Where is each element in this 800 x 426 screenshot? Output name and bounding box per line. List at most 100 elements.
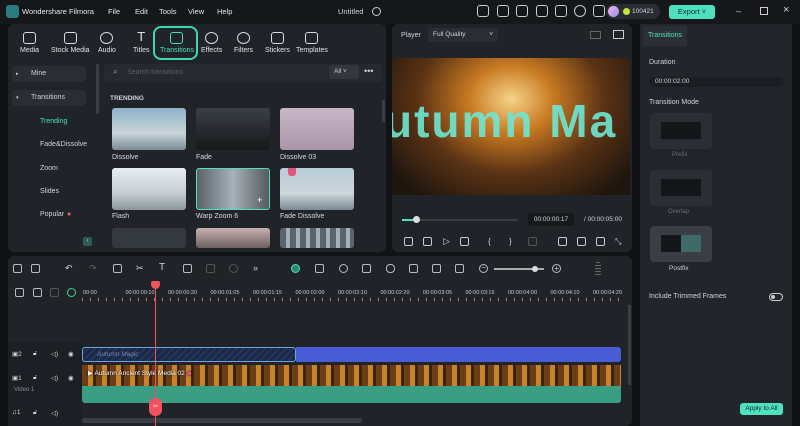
grid-scrollbar[interactable] <box>382 100 385 122</box>
delete-icon[interactable] <box>113 264 122 273</box>
sidebar-item-mine[interactable] <box>12 66 86 82</box>
search-input[interactable]: Search transitions <box>127 69 183 76</box>
tab-transitions[interactable]: Transitions <box>160 32 194 54</box>
link-icon[interactable] <box>33 288 42 297</box>
quality-dropdown[interactable]: Full Quality ˅ <box>428 28 498 42</box>
tab-titles[interactable]: T Titles <box>133 30 149 54</box>
prev-frame-icon[interactable] <box>404 237 413 246</box>
export-button[interactable]: Export ˅ <box>669 5 715 19</box>
more-tools-icon[interactable]: » <box>253 264 262 273</box>
account-chip[interactable]: 100421 <box>606 4 660 19</box>
add-track-icon[interactable] <box>15 288 24 297</box>
track-height-icon[interactable] <box>595 262 601 276</box>
sidebar-item-trending[interactable]: Trending <box>40 118 67 125</box>
text-tool-icon[interactable]: T <box>159 263 168 273</box>
ai-icon[interactable] <box>67 288 76 297</box>
shield-icon[interactable] <box>362 264 371 273</box>
mode-prefix-button[interactable] <box>650 113 712 149</box>
sidebar-scrollbar[interactable] <box>96 64 99 114</box>
eye-icon[interactable]: ◉ <box>68 350 74 358</box>
title-clip[interactable]: Autumn Magic <box>82 347 296 362</box>
pip-icon[interactable] <box>432 264 441 273</box>
tab-stock-media[interactable]: Stock Media <box>51 32 90 54</box>
menu-file[interactable]: File <box>108 7 120 16</box>
zoom-slider[interactable] <box>494 265 544 272</box>
video-preview[interactable]: utumn Ma <box>392 58 630 195</box>
fullscreen-icon[interactable]: ⤡ <box>615 237 624 246</box>
transition-thumb[interactable] <box>280 228 354 248</box>
render-icon[interactable] <box>339 264 348 273</box>
auto-reframe-icon[interactable] <box>315 264 324 273</box>
zoom-out-icon[interactable]: − <box>479 264 488 273</box>
trim-frames-toggle[interactable] <box>769 293 783 301</box>
camera-icon[interactable] <box>577 237 586 246</box>
layout-grid-icon[interactable] <box>13 264 22 273</box>
lock-icon[interactable]: 🔓︎ <box>33 409 37 417</box>
menu-edit[interactable]: Edit <box>135 7 148 16</box>
layout-icon[interactable] <box>516 5 528 17</box>
tab-audio[interactable]: Audio <box>98 32 116 54</box>
menu-tools[interactable]: Tools <box>159 7 177 16</box>
lock-icon[interactable]: 🔓︎ <box>33 374 37 382</box>
apply-to-all-button[interactable]: Apply to All <box>740 403 783 415</box>
notes-icon[interactable] <box>497 5 509 17</box>
microphone-icon[interactable] <box>386 264 395 273</box>
audio-waveform[interactable] <box>82 386 621 403</box>
mute-icon[interactable]: ◁) <box>51 350 58 358</box>
sidebar-item-popular[interactable]: Popular <box>40 211 64 218</box>
filter-dropdown[interactable]: All ˅ <box>329 65 359 79</box>
transition-thumb-flash[interactable] <box>112 168 186 210</box>
mode-postfix-button[interactable] <box>650 226 712 262</box>
lock-icon[interactable]: 🔓︎ <box>33 350 37 358</box>
duration-input[interactable]: 00:00:02:00 <box>649 77 784 87</box>
transition-thumb-dissolve-03[interactable] <box>280 108 354 150</box>
save-icon[interactable] <box>536 5 548 17</box>
title-clip-extension[interactable] <box>296 347 621 362</box>
avatar[interactable] <box>608 6 619 17</box>
send-icon[interactable] <box>477 5 489 17</box>
redo-icon[interactable]: ↷ <box>89 264 98 273</box>
tab-transitions-properties[interactable]: Transitions <box>643 26 687 46</box>
marker-icon[interactable] <box>528 237 537 246</box>
select-tool-icon[interactable] <box>31 264 40 273</box>
crop-icon[interactable] <box>183 264 192 273</box>
cut-icon[interactable]: ✂ <box>136 264 145 273</box>
play-icon[interactable]: ▷ <box>443 237 452 246</box>
grid-view-icon[interactable] <box>590 31 601 39</box>
close-icon[interactable]: × <box>783 4 789 16</box>
transition-thumb[interactable] <box>112 228 186 248</box>
tab-filters[interactable]: Filters <box>234 32 253 54</box>
volume-icon[interactable] <box>596 237 605 246</box>
timeline-vertical-scrollbar[interactable] <box>628 305 631 385</box>
tab-effects[interactable]: Effects <box>201 32 222 54</box>
cloud-icon[interactable] <box>555 5 567 17</box>
mask-icon[interactable] <box>206 264 215 273</box>
mute-icon[interactable]: ◁) <box>51 409 58 417</box>
mute-icon[interactable]: ◁) <box>51 374 58 382</box>
transition-thumb-fade[interactable] <box>196 108 270 150</box>
minimize-icon[interactable]: – <box>736 6 741 16</box>
sidebar-item-fade-dissolve[interactable]: Fade&Dissolve <box>40 141 87 148</box>
support-icon[interactable] <box>574 5 586 17</box>
fit-icon[interactable] <box>455 264 464 273</box>
transition-thumb-dissolve[interactable] <box>112 108 186 150</box>
eye-icon[interactable]: ◉ <box>68 374 74 382</box>
progress-knob[interactable] <box>412 216 420 223</box>
stop-icon[interactable] <box>460 237 469 246</box>
menu-view[interactable]: View <box>188 7 204 16</box>
storyboard-icon[interactable] <box>50 288 59 297</box>
mark-out-icon[interactable]: } <box>509 237 518 246</box>
tab-stickers[interactable]: Stickers <box>265 32 290 54</box>
audio-mix-icon[interactable] <box>409 264 418 273</box>
menu-help[interactable]: Help <box>217 7 232 16</box>
display-icon[interactable] <box>558 237 567 246</box>
more-options-icon[interactable]: ••• <box>364 66 373 76</box>
undo-icon[interactable]: ↶ <box>65 264 74 273</box>
transition-thumb[interactable] <box>196 228 270 248</box>
snapshot-view-icon[interactable] <box>613 30 624 39</box>
apps-icon[interactable] <box>593 5 605 17</box>
next-frame-icon[interactable] <box>423 237 432 246</box>
video-clip[interactable]: ▶ Autumn Ancient Style Media 02 ◆ <box>82 365 621 386</box>
collapse-sidebar-button[interactable]: ‹ <box>83 237 92 246</box>
ai-mode-icon[interactable] <box>291 264 300 273</box>
